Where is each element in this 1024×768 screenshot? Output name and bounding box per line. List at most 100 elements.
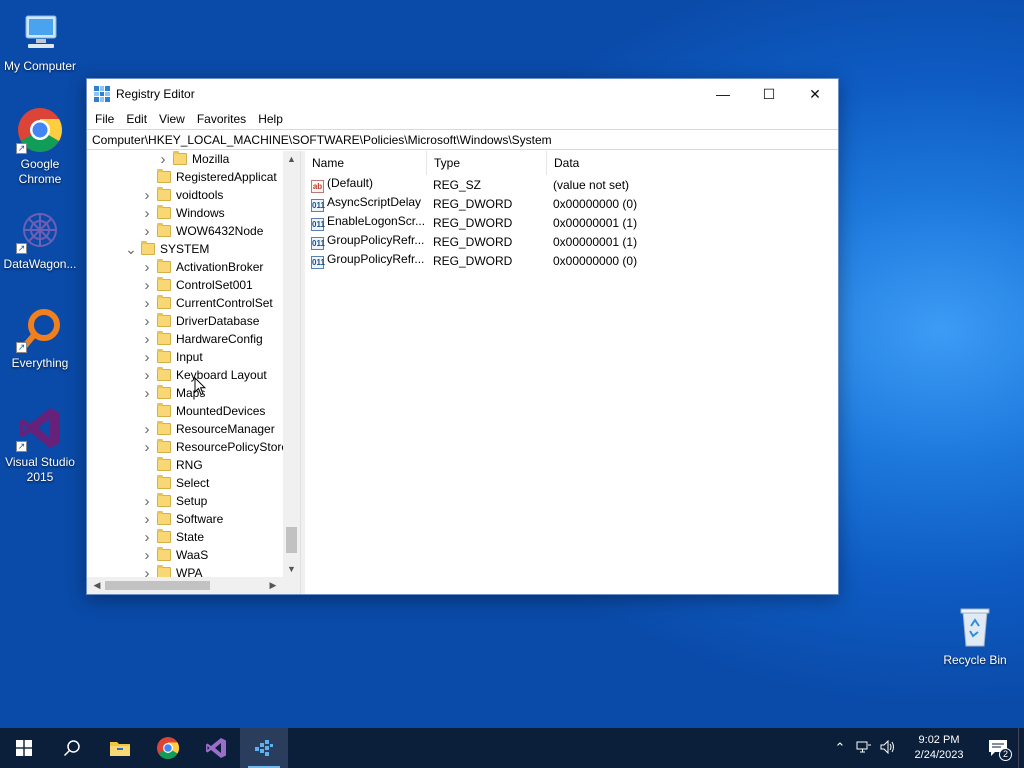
value-row[interactable]: 011 EnableLogonScr... REG_DWORD 0x00000001 … xyxy=(305,213,838,232)
tree-item[interactable]: › Software xyxy=(141,510,224,528)
chevron-right-icon[interactable]: › xyxy=(141,511,153,528)
tree-item[interactable]: RNG xyxy=(141,456,203,474)
scrollbar-thumb[interactable] xyxy=(286,527,297,553)
tree-item[interactable]: › Input xyxy=(141,348,203,366)
tree-item[interactable]: › Mozilla xyxy=(157,151,229,168)
computer-icon xyxy=(16,8,64,56)
chevron-right-icon[interactable]: › xyxy=(141,421,153,438)
folder-icon xyxy=(157,403,171,417)
chevron-right-icon[interactable]: › xyxy=(141,313,153,330)
tree-item[interactable]: › ResourceManager xyxy=(141,420,275,438)
binary-value-icon: 011 xyxy=(311,237,325,250)
show-desktop-button[interactable] xyxy=(1018,728,1024,768)
chevron-right-icon[interactable]: › xyxy=(141,493,153,510)
registry-editor-icon xyxy=(255,740,273,756)
address-bar[interactable]: Computer\HKEY_LOCAL_MACHINE\SOFTWARE\Pol… xyxy=(87,129,838,150)
tree-item[interactable]: › voidtools xyxy=(141,186,224,204)
tree-item[interactable]: › Windows xyxy=(141,204,225,222)
datawagon-icon: ↗ xyxy=(16,206,64,254)
desktop-icon-label: My Computer xyxy=(3,59,77,73)
tree-item[interactable]: › State xyxy=(141,528,205,546)
menu-file[interactable]: File xyxy=(89,112,120,126)
chevron-right-icon[interactable]: › xyxy=(141,529,153,546)
chevron-right-icon[interactable]: › xyxy=(141,349,153,366)
tree-vertical-scrollbar[interactable]: ▲ ▼ xyxy=(283,151,300,577)
chevron-right-icon[interactable]: › xyxy=(141,277,153,294)
tree-item[interactable]: › ResourcePolicyStore xyxy=(141,438,289,456)
tree-item[interactable]: › Setup xyxy=(141,492,208,510)
tree-item-label: Software xyxy=(176,512,224,526)
scroll-up-icon[interactable]: ▲ xyxy=(283,151,300,167)
chevron-right-icon[interactable]: › xyxy=(141,187,153,204)
desktop-icon-recycle-bin[interactable]: Recycle Bin xyxy=(935,602,1015,668)
chevron-right-icon[interactable]: › xyxy=(141,367,153,384)
tree-item[interactable]: Select xyxy=(141,474,209,492)
folder-icon xyxy=(157,439,171,453)
tree-item[interactable]: RegisteredApplicat xyxy=(141,168,277,186)
start-button[interactable] xyxy=(0,728,48,768)
scroll-right-icon[interactable]: ▶ xyxy=(265,577,281,594)
network-icon[interactable] xyxy=(852,740,876,757)
tree-item[interactable]: MountedDevices xyxy=(141,402,265,420)
folder-icon xyxy=(157,205,171,219)
tree-item[interactable]: › WOW6432Node xyxy=(141,222,264,240)
menu-edit[interactable]: Edit xyxy=(120,112,153,126)
chevron-right-icon[interactable]: › xyxy=(141,331,153,348)
menu-favorites[interactable]: Favorites xyxy=(191,112,252,126)
menu-help[interactable]: Help xyxy=(252,112,289,126)
column-header-name[interactable]: Name xyxy=(305,151,427,175)
column-header-type[interactable]: Type xyxy=(427,151,547,175)
title-bar[interactable]: Registry Editor — ☐ ✕ xyxy=(87,79,838,109)
tree-item[interactable]: › HardwareConfig xyxy=(141,330,263,348)
tree-item[interactable]: › ActivationBroker xyxy=(141,258,264,276)
value-row[interactable]: ab (Default) REG_SZ (value not set) xyxy=(305,175,838,194)
value-row[interactable]: 011 GroupPolicyRefr... REG_DWORD 0x00000000… xyxy=(305,251,838,270)
tree-item[interactable]: › DriverDatabase xyxy=(141,312,260,330)
value-type: REG_SZ xyxy=(433,177,482,192)
taskbar-registry-editor[interactable] xyxy=(240,728,288,768)
folder-icon xyxy=(157,169,171,183)
chevron-right-icon[interactable]: › xyxy=(141,295,153,312)
tree-item-label: Input xyxy=(176,350,203,364)
chevron-right-icon[interactable]: › xyxy=(141,205,153,222)
scrollbar-thumb[interactable] xyxy=(105,581,210,590)
value-data: 0x00000000 (0) xyxy=(553,196,638,211)
menu-view[interactable]: View xyxy=(153,112,191,126)
chevron-down-icon[interactable]: ⌄ xyxy=(125,241,137,258)
tree-horizontal-scrollbar[interactable]: ◀ ▶ xyxy=(87,577,283,594)
taskbar-file-explorer[interactable] xyxy=(96,728,144,768)
maximize-button[interactable]: ☐ xyxy=(746,79,792,109)
chevron-right-icon[interactable]: › xyxy=(141,385,153,402)
chevron-right-icon[interactable]: › xyxy=(141,439,153,456)
desktop-icon-visual-studio[interactable]: ↗ Visual Studio 2015 xyxy=(0,404,80,485)
scroll-down-icon[interactable]: ▼ xyxy=(283,561,300,577)
clock[interactable]: 9:02 PM 2/24/2023 xyxy=(900,733,978,763)
volume-icon[interactable] xyxy=(876,739,900,757)
desktop-icon-google-chrome[interactable]: ↗ Google Chrome xyxy=(0,106,80,187)
desktop-icon-everything[interactable]: ↗ Everything xyxy=(0,305,80,371)
values-list: Name Type Data ab (Default) REG_SZ (value n… xyxy=(305,151,838,594)
search-button[interactable] xyxy=(48,728,96,768)
chevron-right-icon[interactable]: › xyxy=(141,223,153,240)
chevron-right-icon[interactable]: › xyxy=(141,547,153,564)
taskbar-chrome[interactable] xyxy=(144,728,192,768)
tree-item[interactable]: › WaaS xyxy=(141,546,209,564)
tree-item-label: Setup xyxy=(176,494,208,508)
tree-item[interactable]: › CurrentControlSet xyxy=(141,294,273,312)
close-button[interactable]: ✕ xyxy=(792,79,838,109)
column-header-data[interactable]: Data xyxy=(547,151,667,175)
minimize-button[interactable]: — xyxy=(700,79,746,109)
chevron-right-icon[interactable]: › xyxy=(157,151,169,168)
taskbar-visual-studio[interactable] xyxy=(192,728,240,768)
desktop-icon-my-computer[interactable]: My Computer xyxy=(0,8,80,74)
tree-item[interactable]: ⌄ SYSTEM xyxy=(125,240,209,258)
chevron-up-icon[interactable]: ⌃ xyxy=(828,740,852,756)
tree-item[interactable]: › ControlSet001 xyxy=(141,276,253,294)
folder-icon xyxy=(141,241,155,255)
value-row[interactable]: 011 AsyncScriptDelay REG_DWORD 0x00000000 (… xyxy=(305,194,838,213)
chevron-right-icon[interactable]: › xyxy=(141,259,153,276)
scroll-left-icon[interactable]: ◀ xyxy=(89,577,105,594)
value-row[interactable]: 011 GroupPolicyRefr... REG_DWORD 0x00000001… xyxy=(305,232,838,251)
desktop-icon-datawagon[interactable]: ↗ DataWagon... xyxy=(0,206,80,272)
action-center-button[interactable]: 2 xyxy=(978,728,1018,768)
